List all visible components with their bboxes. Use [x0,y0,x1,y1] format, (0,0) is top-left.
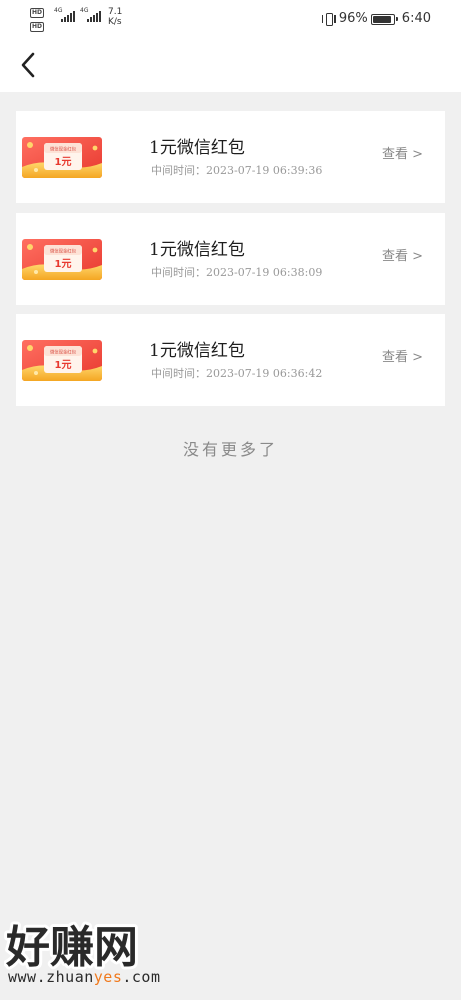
screen: HD HD 4G 4G 7.1 K/s 96% 6:40 微信现金红包 1元 1… [0,0,461,1000]
battery-percent: 96% [338,11,368,26]
red-packet-thumbnail-image: 微信现金红包 1元 [22,340,102,381]
network-speed: 7.1 K/s [108,7,132,27]
watermark-logo: 好赚网 好赚网 www.zhuanyes.com [4,919,161,986]
red-packet-time: 中间时间：2023-07-19 06:38:09 [151,266,323,279]
thumbnail-amount: 1元 [55,359,72,371]
thumbnail-amount: 1元 [55,156,72,168]
signal-icon [61,10,75,22]
chevron-left-icon [21,52,35,78]
network-speed-unit: K/s [108,17,122,27]
system-indicators: 96% 6:40 [321,11,431,27]
red-packet-record[interactable]: 微信现金红包 1元 1元微信红包 中间时间：2023-07-19 06:39:3… [16,111,445,203]
no-more-label: 没有更多了 [182,440,278,459]
watermark-brand: 好赚网 [5,922,138,973]
red-packet-title: 1元微信红包 [149,341,245,361]
signal-icon [87,10,101,22]
clock: 6:40 [401,11,431,26]
red-packet-list: 微信现金红包 1元 1元微信红包 中间时间：2023-07-19 06:39:3… [16,111,445,416]
red-packet-record[interactable]: 微信现金红包 1元 1元微信红包 中间时间：2023-07-19 06:36:4… [16,314,445,406]
red-packet-title: 1元微信红包 [149,240,245,260]
red-packet-thumbnail-image: 微信现金红包 1元 [22,137,102,178]
status-bar: HD HD 4G 4G 7.1 K/s 96% 6:40 [0,0,461,38]
view-button[interactable]: 查看 > [382,249,423,265]
thumbnail-caption: 微信现金红包 [50,146,76,153]
red-packet-thumbnail: 微信现金红包 1元 [22,340,102,381]
red-packet-record[interactable]: 微信现金红包 1元 1元微信红包 中间时间：2023-07-19 06:38:0… [16,213,445,305]
view-button[interactable]: 查看 > [382,350,423,366]
hd-badge: HD [30,8,44,18]
red-packet-thumbnail: 微信现金红包 1元 [22,239,102,280]
hd-badge: HD [30,22,44,32]
red-packet-time: 中间时间：2023-07-19 06:36:42 [151,367,323,380]
network-speed-value: 7.1 [108,7,123,17]
back-button[interactable] [12,48,46,82]
vibrate-icon [321,12,336,26]
battery-fill [372,15,391,23]
watermark-url: www.zhuanyes.com [8,968,161,986]
red-packet-thumbnail: 微信现金红包 1元 [22,137,102,178]
red-packet-title: 1元微信红包 [149,138,245,158]
thumbnail-caption: 微信现金红包 [50,349,76,356]
battery-icon [370,13,398,25]
red-packet-thumbnail-image: 微信现金红包 1元 [22,239,102,280]
thumbnail-amount: 1元 [55,258,72,270]
view-button[interactable]: 查看 > [382,147,423,163]
red-packet-time: 中间时间：2023-07-19 06:39:36 [151,164,323,177]
thumbnail-caption: 微信现金红包 [50,248,76,255]
top-nav-bar [0,38,461,92]
